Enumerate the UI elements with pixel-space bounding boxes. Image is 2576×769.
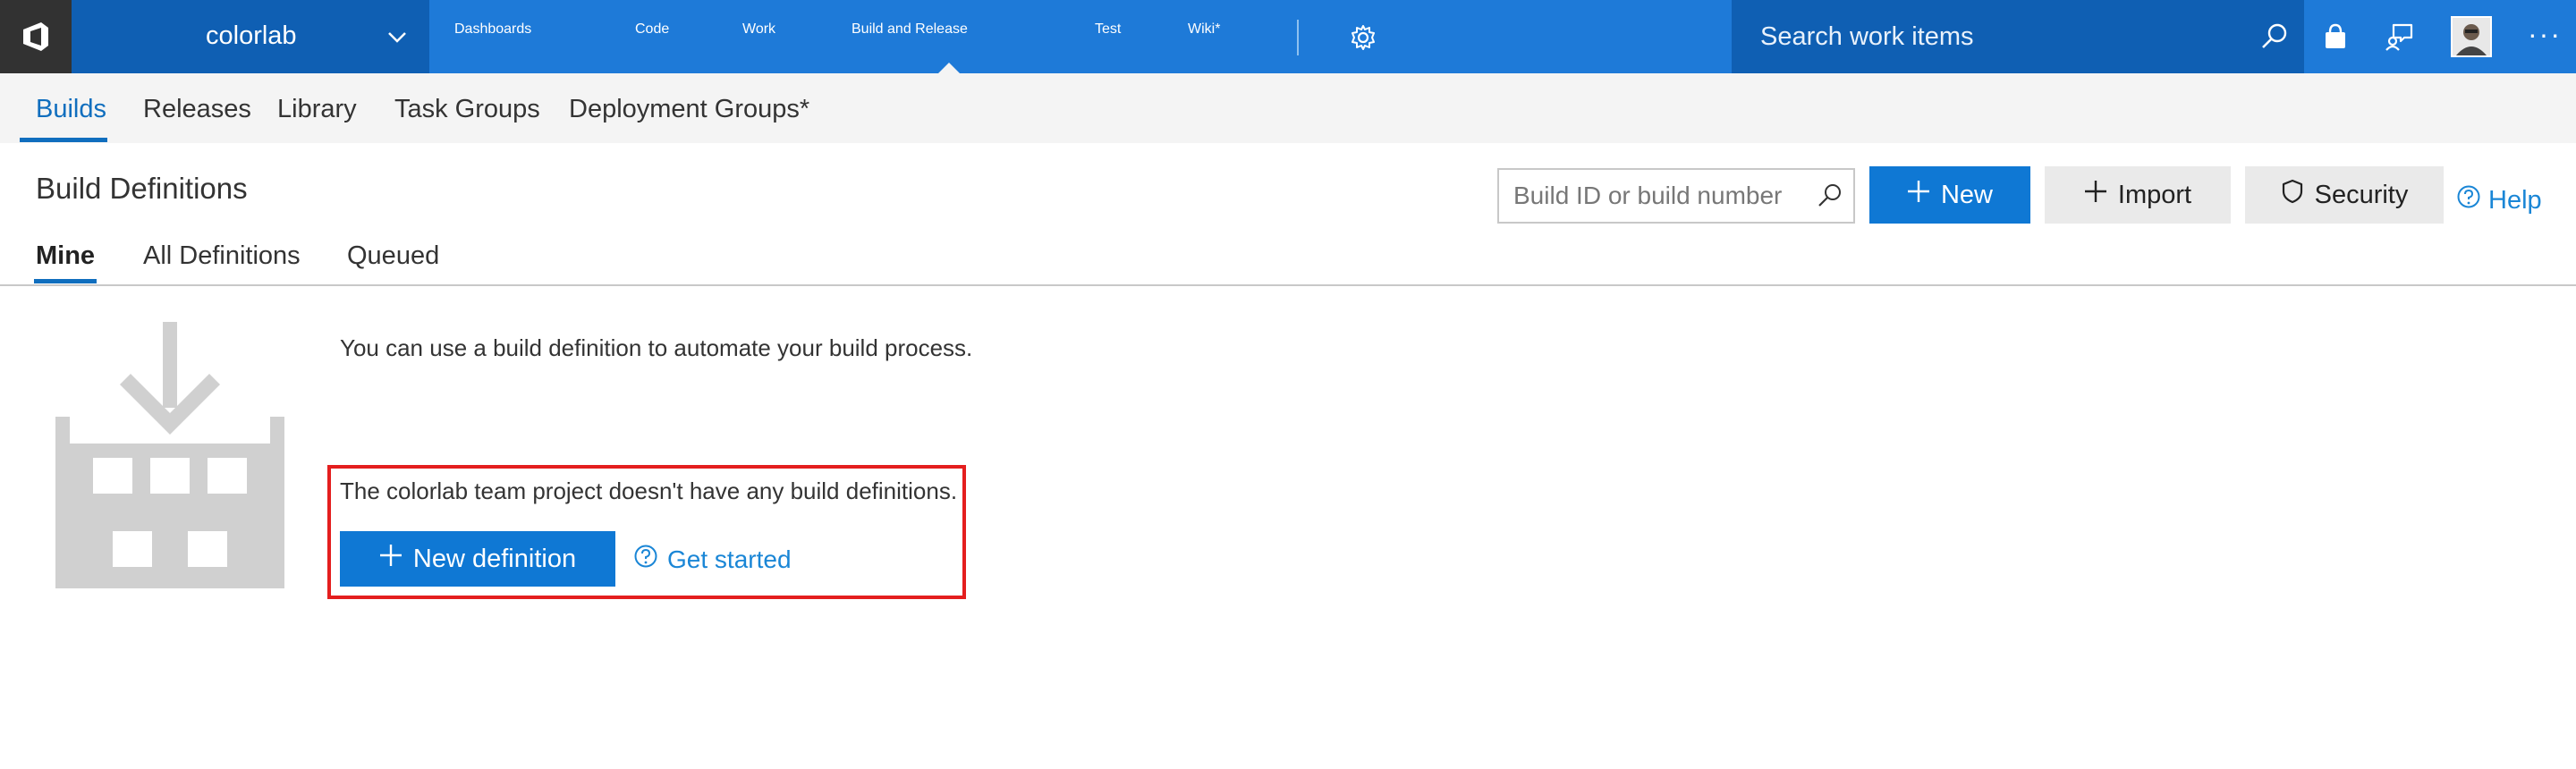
- subnav-builds[interactable]: Builds: [36, 95, 106, 124]
- gear-icon[interactable]: [1349, 23, 1377, 56]
- header-divider: [0, 284, 2576, 286]
- avatar[interactable]: [2451, 16, 2492, 57]
- shopping-bag-icon[interactable]: [2320, 21, 2351, 56]
- nav-build-and-release[interactable]: Build and Release: [852, 21, 968, 38]
- work-item-search-placeholder: Search work items: [1760, 22, 1974, 51]
- sub-nav: Builds Releases Library Task Groups Depl…: [0, 73, 2576, 143]
- nav-code[interactable]: Code: [635, 21, 669, 38]
- get-started-link[interactable]: Get started: [633, 544, 792, 575]
- new-button[interactable]: New: [1869, 166, 2030, 224]
- subnav-library[interactable]: Library: [277, 95, 357, 124]
- new-button-label: New: [1940, 180, 1993, 209]
- intro-text: You can use a build definition to automa…: [340, 334, 973, 361]
- help-label: Help: [2488, 185, 2542, 215]
- help-icon: [633, 544, 658, 575]
- subnav-task-groups[interactable]: Task Groups: [394, 95, 540, 124]
- plus-icon: [1907, 180, 1930, 210]
- subnav-deployment-groups[interactable]: Deployment Groups*: [569, 95, 809, 124]
- top-bar: colorlab Dashboards Code Work Build and …: [0, 0, 2576, 73]
- chevron-down-icon: [386, 25, 408, 55]
- new-definition-label: New definition: [412, 544, 577, 573]
- work-item-search[interactable]: Search work items: [1732, 0, 2304, 73]
- page-title: Build Definitions: [36, 172, 248, 205]
- nav-wiki[interactable]: Wiki*: [1188, 21, 1220, 38]
- nav-test[interactable]: Test: [1095, 21, 1121, 38]
- build-illustration-icon: [55, 322, 284, 595]
- get-started-label: Get started: [667, 545, 792, 573]
- plus-icon: [379, 544, 402, 574]
- help-link[interactable]: Help: [2456, 184, 2542, 216]
- project-name: colorlab: [206, 21, 297, 50]
- active-nav-indicator: [938, 63, 960, 73]
- tab-queued[interactable]: Queued: [347, 241, 439, 271]
- search-icon[interactable]: [2259, 21, 2290, 59]
- empty-state-message: The colorlab team project doesn't have a…: [340, 477, 958, 504]
- subnav-releases[interactable]: Releases: [143, 95, 251, 124]
- plus-icon: [2084, 180, 2107, 210]
- security-button-label: Security: [2314, 180, 2409, 209]
- subnav-active-underline: [20, 138, 107, 142]
- build-search-input[interactable]: [1497, 168, 1855, 224]
- more-icon[interactable]: ···: [2528, 18, 2562, 51]
- tab-active-underline: [34, 279, 97, 283]
- new-definition-button[interactable]: New definition: [340, 531, 615, 587]
- help-icon: [2456, 184, 2481, 216]
- nav-divider: [1297, 20, 1299, 55]
- vsts-logo-icon[interactable]: [0, 0, 72, 73]
- search-icon[interactable]: [1816, 182, 1844, 215]
- feedback-icon[interactable]: [2385, 21, 2415, 56]
- nav-work[interactable]: Work: [742, 21, 775, 38]
- nav-dashboards[interactable]: Dashboards: [454, 21, 531, 38]
- security-button[interactable]: Security: [2245, 166, 2444, 224]
- shield-icon: [2281, 179, 2304, 211]
- tab-all-definitions[interactable]: All Definitions: [143, 241, 301, 271]
- import-button-label: Import: [2117, 180, 2192, 209]
- project-selector[interactable]: colorlab: [72, 0, 429, 73]
- import-button[interactable]: Import: [2045, 166, 2231, 224]
- tab-mine[interactable]: Mine: [36, 241, 95, 271]
